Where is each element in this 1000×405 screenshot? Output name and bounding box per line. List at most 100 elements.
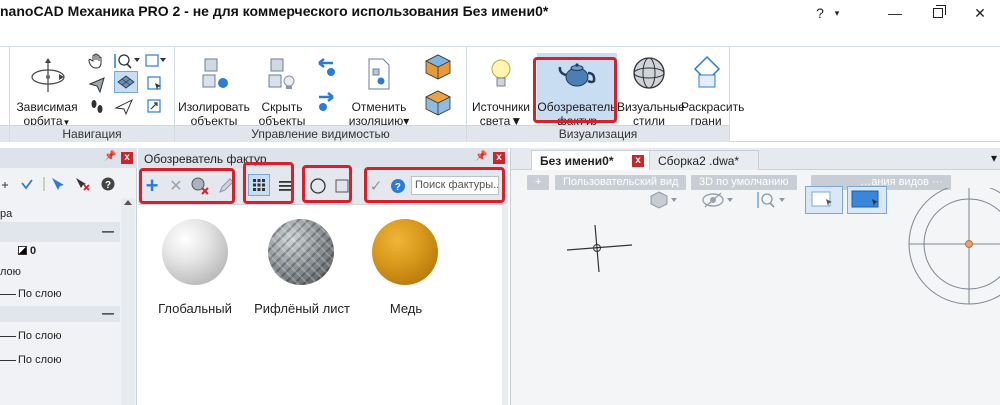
collapse-icon-2[interactable]: —	[102, 306, 114, 320]
group-label-navigation: Навигация	[10, 125, 174, 142]
drawing-panel: Без имени0* x Сборка2 .dwa* ▾ + Пользова…	[510, 148, 1000, 405]
help-button[interactable]: ?	[808, 0, 832, 26]
restore-button[interactable]	[918, 0, 958, 26]
properties-toolbar-icons[interactable]: ?	[0, 175, 120, 193]
properties-header: 📌 x	[0, 148, 137, 168]
view-window-tool-icon	[811, 191, 832, 207]
material-label-global: Глобальный	[158, 301, 232, 316]
cancel-isolation-icon	[368, 58, 390, 90]
lightbulb-icon	[491, 59, 511, 87]
material-sphere-global[interactable]	[162, 219, 228, 285]
scroll-up-icon[interactable]	[124, 200, 132, 205]
properties-close-button[interactable]: x	[121, 152, 133, 164]
close-window-button[interactable]: ✕	[960, 0, 1000, 26]
isolate-objects-button[interactable]: Изолировать объекты	[177, 53, 251, 128]
view-window-icon[interactable]	[144, 52, 166, 70]
cancel-label-1: Отменить	[351, 100, 407, 114]
crosshair-cursor-icon	[566, 224, 633, 273]
box-orange-icon[interactable]	[423, 53, 453, 81]
hide-objects-icon	[268, 58, 295, 89]
prop-value-color: 0	[30, 245, 37, 257]
visibility-eye-icon[interactable]	[701, 190, 735, 210]
view-extents-tool-icon	[851, 190, 879, 208]
default-3d-button[interactable]: 3D по умолчанию	[691, 175, 797, 190]
view-cube-tool-icon[interactable]	[649, 190, 677, 210]
ribbon-group-edge	[0, 47, 10, 142]
material-label-copper: Медь	[389, 301, 423, 316]
ribbon-group-visibility: Изолировать объекты Скрыть объекты Отмен…	[175, 47, 467, 142]
zoom-icon[interactable]	[112, 52, 140, 70]
box-blue-icon[interactable]	[423, 89, 453, 117]
highlight-shape-tools	[302, 165, 352, 203]
ribbon-group-navigation: Зависимая орбита▼ Навигация	[10, 47, 175, 142]
fly-icon[interactable]	[114, 98, 134, 116]
orbit-icon	[31, 58, 65, 92]
material-label-checker-plate: Рифлёный лист	[254, 301, 350, 316]
view-zoom-icon[interactable]	[755, 190, 787, 210]
paint-faces-button[interactable]: Раскрасить грани	[681, 53, 745, 128]
material-sphere-copper[interactable]	[372, 219, 438, 285]
viewport-add-button[interactable]: +	[527, 175, 550, 190]
collapse-icon-1[interactable]: —	[102, 224, 114, 238]
isolate-objects-icon	[202, 58, 228, 88]
minimize-button[interactable]: —	[875, 0, 915, 26]
pan-hand-icon[interactable]	[88, 52, 106, 70]
tabs-menu-icon[interactable]: ▾	[991, 151, 997, 165]
view-extents-tool-button[interactable]	[847, 186, 887, 214]
paintfaces-label-1: Раскрасить	[681, 100, 745, 114]
footsteps-icon[interactable]	[88, 98, 106, 116]
arrow-right-icon[interactable]	[315, 91, 339, 113]
view-window-tool-button[interactable]	[805, 186, 843, 214]
prop-value-plotstyle: По слою	[18, 354, 62, 366]
restore-icon	[933, 5, 946, 18]
texture-browser-close-button[interactable]: x	[493, 152, 505, 164]
group-label-visibility: Управление видимостью	[175, 125, 466, 142]
visual-styles-button[interactable]: Визуальные стили	[617, 53, 685, 128]
properties-scrollbar[interactable]	[121, 198, 135, 405]
window-title: nanoCAD Механика PRO 2 - не для коммерче…	[0, 3, 549, 19]
orbit-button[interactable]: Зависимая орбита▼	[14, 53, 80, 128]
color-swatch-icon	[18, 246, 27, 255]
group-label-edge	[0, 125, 9, 142]
document-tabs: Без имени0* x Сборка2 .dwa* ▾	[511, 148, 1000, 170]
group-label-visualization: Визуализация	[467, 125, 729, 142]
lights-button[interactable]: Источники света▼	[469, 53, 533, 128]
grid-view-icon[interactable]	[114, 71, 138, 93]
visstyles-label-1: Визуальные	[617, 100, 685, 114]
view-compass-icon[interactable]	[899, 188, 1000, 308]
walk-icon[interactable]	[88, 75, 106, 93]
highlight-search-tools	[364, 167, 505, 203]
highlight-texture-browser	[533, 57, 617, 123]
prop-row-category: ра	[0, 208, 13, 220]
prop-section-header-2[interactable]: —	[0, 306, 120, 322]
help-dropdown-icon[interactable]: ▾	[830, 0, 844, 26]
arrow-left-icon[interactable]	[315, 55, 339, 77]
orbit-label-1: Зависимая	[16, 100, 78, 114]
paint-faces-icon	[693, 55, 721, 88]
pin-icon[interactable]: 📌	[104, 151, 116, 162]
materials-scrollbar[interactable]	[502, 204, 508, 405]
prop-row-layer: лою	[0, 266, 21, 278]
material-sphere-checker-plate[interactable]	[268, 219, 334, 285]
cancel-isolation-button[interactable]: Отменить изоляцию▾	[343, 53, 415, 128]
highlight-edit-tools	[139, 168, 235, 204]
prop-section-header-1[interactable]: —	[0, 222, 120, 242]
highlight-view-tools	[243, 162, 294, 204]
prop-value-linetype: По слою	[18, 288, 62, 300]
isolate-label-1: Изолировать	[178, 100, 250, 114]
pin-panel-icon[interactable]: 📌	[475, 151, 487, 162]
tab-unnamed0-label: Без имени0*	[540, 154, 614, 168]
tab-assembly2[interactable]: Сборка2 .dwa*	[649, 150, 759, 170]
hide-objects-button[interactable]: Скрыть объекты	[253, 53, 311, 128]
custom-view-button[interactable]: Пользовательский вид	[555, 175, 687, 190]
lights-label-1: Источники	[472, 100, 530, 114]
title-bar: nanoCAD Механика PRO 2 - не для коммерче…	[0, 0, 1000, 26]
ribbon-group-tail	[730, 47, 1000, 142]
zoom-extents-icon[interactable]	[146, 98, 164, 116]
tab-unnamed0-close-button[interactable]: x	[632, 155, 644, 167]
svg-text:?: ?	[105, 180, 111, 191]
properties-panel: 📌 x ? ра — 0 лою По слою — По слою По сл…	[0, 148, 137, 405]
window-select-icon[interactable]	[146, 75, 164, 93]
materials-grid: Глобальный Рифлёный лист Медь	[138, 204, 508, 405]
tab-unnamed0[interactable]: Без имени0* x	[531, 150, 651, 170]
